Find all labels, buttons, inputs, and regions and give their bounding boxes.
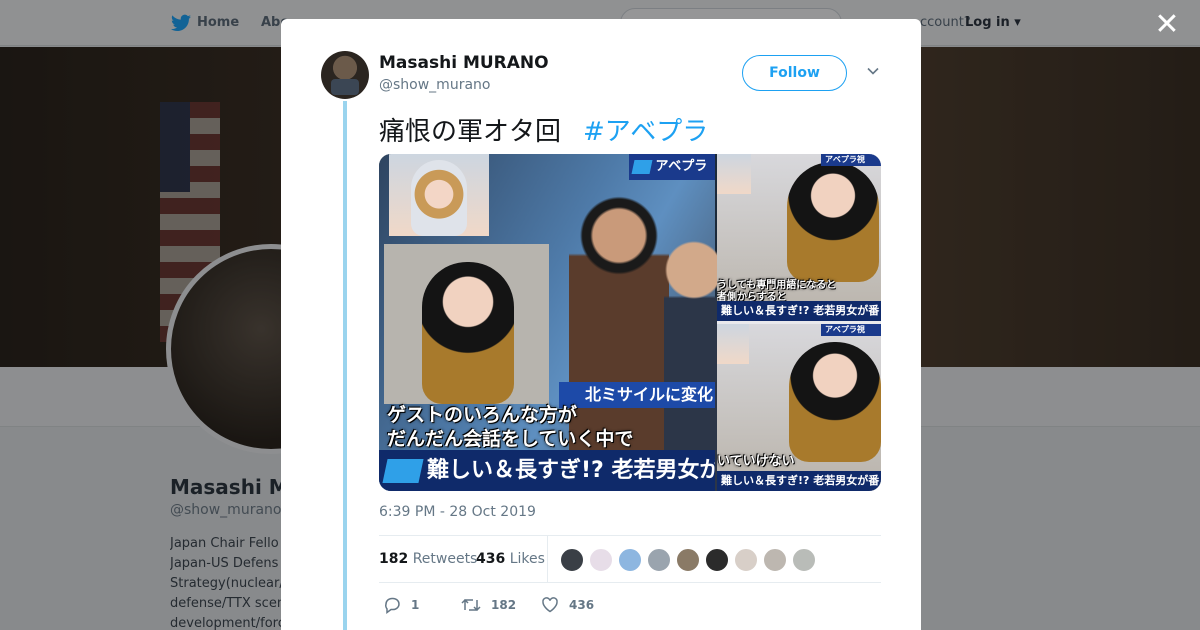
caption-line: ゲストのいろんな方が <box>387 404 578 426</box>
liker-avatar[interactable] <box>763 548 787 572</box>
tweet-text: 痛恨の軍オタ回 #アベプラ <box>379 111 708 148</box>
tweet-timestamp[interactable]: 6:39 PM - 28 Oct 2019 <box>379 504 536 520</box>
chevron-down-icon[interactable] <box>865 63 881 79</box>
inset-face <box>717 324 749 364</box>
media-photo-main[interactable]: アベプラ 北ミサイルに変化 ゲストのいろんな方が だんだん会話をしていく中で 難… <box>379 154 724 491</box>
logo-badge: アベプラ視 <box>821 154 881 166</box>
liker-avatar[interactable] <box>734 548 758 572</box>
liker-avatar[interactable] <box>589 548 613 572</box>
retweets-stat[interactable]: 182 Retweets <box>379 551 477 567</box>
media-photo-3[interactable]: アベプラ視 いていけない 難しい＆長すぎ!? 老若男女が番 <box>717 324 881 491</box>
retweet-icon <box>461 598 481 612</box>
tweet-actions: 1 182 436 <box>379 593 679 617</box>
inset-face <box>717 154 751 194</box>
tweet-media[interactable]: アベプラ 北ミサイルに変化 ゲストのいろんな方が だんだん会話をしていく中で 難… <box>379 154 881 491</box>
program-banner: 難しい＆長すぎ!? 老若男女が番 <box>717 301 881 321</box>
stats-divider <box>547 536 548 583</box>
liker-avatar[interactable] <box>618 548 642 572</box>
screen-photo <box>384 244 549 404</box>
program-banner: 難しい＆長すぎ!? 老若男女が <box>379 450 715 491</box>
heart-icon <box>542 597 558 613</box>
author-handle[interactable]: @show_murano <box>379 77 490 93</box>
liker-avatar[interactable] <box>705 548 729 572</box>
likes-count: 436 <box>476 551 506 567</box>
close-icon[interactable]: ✕ <box>1154 10 1180 40</box>
like-count: 436 <box>569 598 595 612</box>
liker-avatar[interactable] <box>560 548 584 572</box>
caption-line: いていけない <box>717 454 795 469</box>
reply-icon <box>385 597 400 614</box>
hashtag-link[interactable]: #アベプラ <box>583 117 708 147</box>
retweet-button[interactable]: 182 <box>461 593 516 617</box>
tweet-body: 痛恨の軍オタ回 <box>379 117 562 147</box>
logo-badge: アベプラ視 <box>821 324 881 336</box>
likes-stat[interactable]: 436 Likes <box>476 551 545 567</box>
reply-button[interactable]: 1 <box>383 593 419 617</box>
tweet-modal: Masashi MURANO @show_murano Follow 痛恨の軍オ… <box>281 19 921 630</box>
follow-button[interactable]: Follow <box>742 55 847 91</box>
retweets-count: 182 <box>379 551 409 567</box>
thread-line <box>343 101 347 630</box>
program-banner: 難しい＆長すぎ!? 老若男女が番 <box>717 471 881 491</box>
caption-line: だんだん会話をしていく中で <box>387 428 634 450</box>
liker-avatar[interactable] <box>676 548 700 572</box>
logo-text: アベプラ <box>655 159 708 174</box>
likes-label: Likes <box>509 551 545 567</box>
program-logo-icon <box>382 459 424 483</box>
media-photo-2[interactable]: アベプラ視 うしても専門用語になると 者側からすると 難しい＆長すぎ!? 老若男… <box>717 154 881 321</box>
tweet-stats: 182 Retweets 436 Likes <box>379 535 881 583</box>
retweets-label: Retweets <box>412 551 478 567</box>
logo-badge: アベプラ <box>629 154 715 180</box>
inset-face <box>389 154 489 236</box>
news-ticker: 北ミサイルに変化 <box>559 382 715 408</box>
reply-count: 1 <box>411 598 420 612</box>
author-name[interactable]: Masashi MURANO <box>379 53 549 73</box>
like-button[interactable]: 436 <box>541 593 594 617</box>
media-photo-right: アベプラ視 うしても専門用語になると 者側からすると 難しい＆長すぎ!? 老若男… <box>717 154 881 491</box>
liker-avatar[interactable] <box>792 548 816 572</box>
retweet-count: 182 <box>491 598 517 612</box>
liker-avatar[interactable] <box>647 548 671 572</box>
author-avatar[interactable] <box>321 51 369 99</box>
